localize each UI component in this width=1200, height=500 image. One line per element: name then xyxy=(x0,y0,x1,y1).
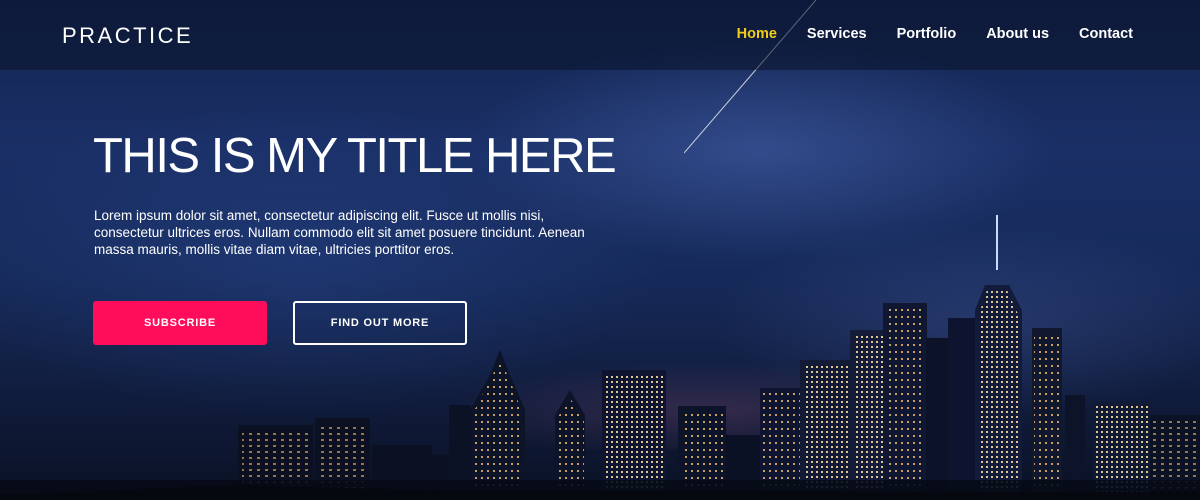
nav-item-about-us[interactable]: About us xyxy=(986,26,1049,42)
hero-section: PRACTICE Home Services Portfolio About u… xyxy=(0,0,1200,500)
subscribe-button[interactable]: SUBSCRIBE xyxy=(93,301,267,345)
find-out-more-button[interactable]: FIND OUT MORE xyxy=(293,301,467,345)
nav-item-contact[interactable]: Contact xyxy=(1079,26,1133,42)
hero-description: Lorem ipsum dolor sit amet, consectetur … xyxy=(94,208,585,257)
main-nav: Home Services Portfolio About us Contact xyxy=(737,26,1133,42)
nav-item-services[interactable]: Services xyxy=(807,26,867,42)
nav-item-portfolio[interactable]: Portfolio xyxy=(897,26,957,42)
nav-item-home[interactable]: Home xyxy=(737,26,777,42)
hero-title: THIS IS MY TITLE HERE xyxy=(93,129,617,183)
top-navbar: PRACTICE Home Services Portfolio About u… xyxy=(0,0,1200,70)
site-logo[interactable]: PRACTICE xyxy=(62,23,193,49)
